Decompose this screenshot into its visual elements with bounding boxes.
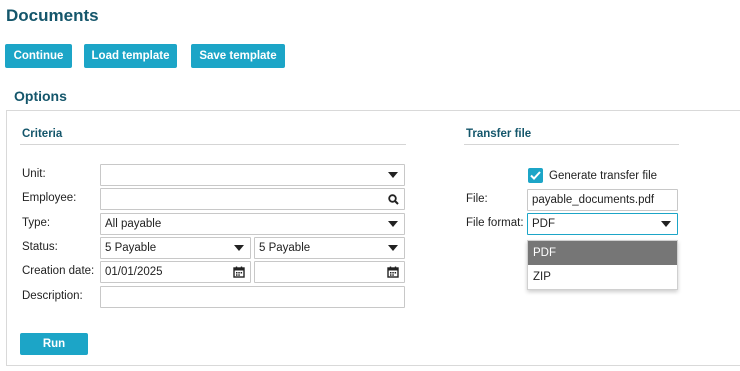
file-format-option-zip[interactable]: ZIP: [528, 265, 677, 289]
status-to-value: 5 Payable: [259, 242, 311, 254]
type-select[interactable]: All payable: [100, 213, 405, 235]
creation-date-label: Creation date:: [22, 265, 95, 277]
checkmark-icon: [530, 171, 541, 180]
file-format-label: File format:: [466, 217, 524, 229]
file-format-option-pdf[interactable]: PDF: [528, 241, 677, 265]
run-button[interactable]: Run: [20, 333, 88, 355]
status-from-value: 5 Payable: [105, 242, 157, 254]
file-format-dropdown: PDF ZIP: [527, 240, 678, 290]
continue-button[interactable]: Continue: [5, 44, 72, 68]
status-to-select[interactable]: 5 Payable: [254, 237, 405, 259]
chevron-down-icon: [228, 238, 250, 258]
description-field[interactable]: [100, 286, 405, 308]
transfer-file-title: Transfer file: [466, 128, 532, 140]
creation-date-to-field[interactable]: [254, 261, 405, 283]
save-template-button[interactable]: Save template: [191, 44, 285, 68]
criteria-title: Criteria: [22, 128, 63, 140]
calendar-icon[interactable]: [382, 262, 404, 282]
employee-field[interactable]: [100, 188, 405, 210]
page-title: Documents: [6, 6, 99, 25]
chevron-down-icon: [382, 238, 404, 258]
criteria-divider: [20, 144, 406, 145]
unit-select[interactable]: [100, 164, 405, 186]
type-label: Type:: [22, 217, 51, 229]
options-title: Options: [14, 88, 67, 104]
file-format-select[interactable]: PDF: [527, 213, 678, 235]
status-from-select[interactable]: 5 Payable: [100, 237, 251, 259]
file-field[interactable]: payable_documents.pdf: [527, 189, 678, 211]
unit-label: Unit:: [22, 168, 46, 180]
chevron-down-icon: [382, 214, 404, 234]
file-value: payable_documents.pdf: [532, 194, 655, 206]
status-label: Status:: [22, 241, 58, 253]
generate-transfer-checkbox[interactable]: [528, 168, 543, 183]
file-label: File:: [466, 193, 488, 205]
search-icon[interactable]: [382, 189, 404, 209]
generate-transfer-label[interactable]: Generate transfer file: [549, 170, 657, 182]
file-format-value: PDF: [532, 218, 555, 230]
chevron-down-icon: [382, 165, 404, 185]
calendar-icon[interactable]: [228, 262, 250, 282]
chevron-down-icon: [655, 214, 677, 234]
creation-date-from-field[interactable]: 01/01/2025: [100, 261, 251, 283]
load-template-button[interactable]: Load template: [84, 44, 177, 68]
employee-label: Employee:: [22, 192, 77, 204]
transfer-file-divider: [464, 144, 679, 145]
creation-date-from-value: 01/01/2025: [105, 266, 163, 278]
type-value: All payable: [105, 218, 162, 230]
description-label: Description:: [22, 290, 83, 302]
